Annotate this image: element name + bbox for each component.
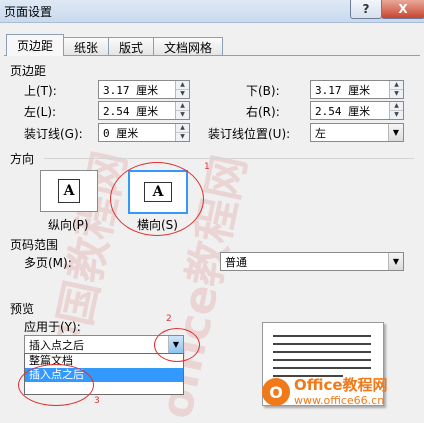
top-margin-spinner[interactable]: 3.17 厘米 ▲ ▼ xyxy=(98,80,190,99)
tab-document-grid[interactable]: 文档网格 xyxy=(153,37,224,56)
bottom-margin-label: 下(B): xyxy=(246,84,280,98)
tab-layout[interactable]: 版式 xyxy=(108,37,155,56)
tab-paper[interactable]: 纸张 xyxy=(63,37,110,56)
down-arrow-icon[interactable]: ▼ xyxy=(176,90,189,98)
gutter-value: 0 厘米 xyxy=(103,126,139,140)
preview-line xyxy=(273,343,371,345)
annotation-number: 3 xyxy=(94,396,100,406)
gutter-stepper[interactable]: ▲ ▼ xyxy=(175,124,189,141)
up-arrow-icon[interactable]: ▲ xyxy=(176,124,189,133)
up-arrow-icon[interactable]: ▲ xyxy=(390,102,403,111)
gutter-position-select[interactable]: 左 ▼ xyxy=(310,123,404,142)
chevron-down-icon[interactable]: ▼ xyxy=(388,253,403,270)
top-margin-stepper[interactable]: ▲ ▼ xyxy=(175,81,189,98)
down-arrow-icon[interactable]: ▼ xyxy=(390,90,403,98)
left-margin-value: 2.54 厘米 xyxy=(103,104,159,118)
preview-section-title: 预览 xyxy=(10,302,35,316)
apply-to-value: 插入点之后 xyxy=(29,338,84,352)
right-margin-label: 右(R): xyxy=(246,105,280,119)
chevron-down-icon[interactable]: ▼ xyxy=(388,124,403,141)
logo-text: Office教程网 xyxy=(294,376,388,394)
right-margin-spinner[interactable]: 2.54 厘米 ▲ ▼ xyxy=(310,101,404,120)
top-margin-value: 3.17 厘米 xyxy=(103,83,159,97)
orientation-section-title: 方向 xyxy=(10,152,35,166)
portrait-button[interactable]: A xyxy=(40,170,98,212)
annotation-number: 1 xyxy=(204,162,210,172)
up-arrow-icon[interactable]: ▲ xyxy=(176,81,189,90)
multiple-pages-select[interactable]: 普通 ▼ xyxy=(220,252,404,271)
left-margin-label: 左(L): xyxy=(24,105,57,119)
left-margin-stepper[interactable]: ▲ ▼ xyxy=(175,102,189,119)
gutter-spinner[interactable]: 0 厘米 ▲ ▼ xyxy=(98,123,190,142)
help-button[interactable]: ? xyxy=(350,0,382,19)
right-margin-value: 2.54 厘米 xyxy=(315,104,371,118)
down-arrow-icon[interactable]: ▼ xyxy=(176,111,189,119)
gutter-position-value: 左 xyxy=(315,126,326,140)
left-margin-spinner[interactable]: 2.54 厘米 ▲ ▼ xyxy=(98,101,190,120)
preview-line xyxy=(273,367,371,369)
down-arrow-icon[interactable]: ▼ xyxy=(390,111,403,119)
tab-bar: 页边距 纸张 版式 文档网格 xyxy=(6,34,224,56)
top-margin-label: 上(T): xyxy=(24,84,57,98)
close-button[interactable]: X xyxy=(381,0,424,19)
gutter-label: 装订线(G): xyxy=(24,127,83,141)
portrait-page-icon: A xyxy=(58,179,80,203)
annotation-circle xyxy=(110,162,204,236)
window-title: 页面设置 xyxy=(4,5,53,19)
portrait-label[interactable]: 纵向(P) xyxy=(48,216,89,233)
preview-line xyxy=(273,359,371,361)
bottom-margin-spinner[interactable]: 3.17 厘米 ▲ ▼ xyxy=(310,80,404,99)
down-arrow-icon[interactable]: ▼ xyxy=(176,133,189,141)
gutter-position-label: 装订线位置(U): xyxy=(208,127,291,141)
annotation-circle xyxy=(18,364,94,406)
divider xyxy=(44,158,414,159)
preview-line xyxy=(273,351,371,353)
up-arrow-icon[interactable]: ▲ xyxy=(176,102,189,111)
multiple-pages-value: 普通 xyxy=(225,255,247,269)
multiple-pages-label: 多页(M): xyxy=(24,256,72,270)
right-margin-stepper[interactable]: ▲ ▼ xyxy=(389,102,403,119)
annotation-number: 2 xyxy=(166,314,172,324)
pages-section-title: 页码范围 xyxy=(10,238,59,252)
office-logo-icon: O xyxy=(262,378,290,406)
preview-line xyxy=(273,335,371,337)
office-logo-watermark: O Office教程网 www.office66.cn xyxy=(262,372,422,412)
margins-section-title: 页边距 xyxy=(10,64,47,78)
apply-to-label: 应用于(Y): xyxy=(24,320,81,334)
up-arrow-icon[interactable]: ▲ xyxy=(390,81,403,90)
tab-margins[interactable]: 页边距 xyxy=(6,34,65,56)
logo-url: www.office66.cn xyxy=(294,394,385,407)
bottom-margin-value: 3.17 厘米 xyxy=(315,83,371,97)
annotation-circle xyxy=(154,328,200,362)
bottom-margin-stepper[interactable]: ▲ ▼ xyxy=(389,81,403,98)
